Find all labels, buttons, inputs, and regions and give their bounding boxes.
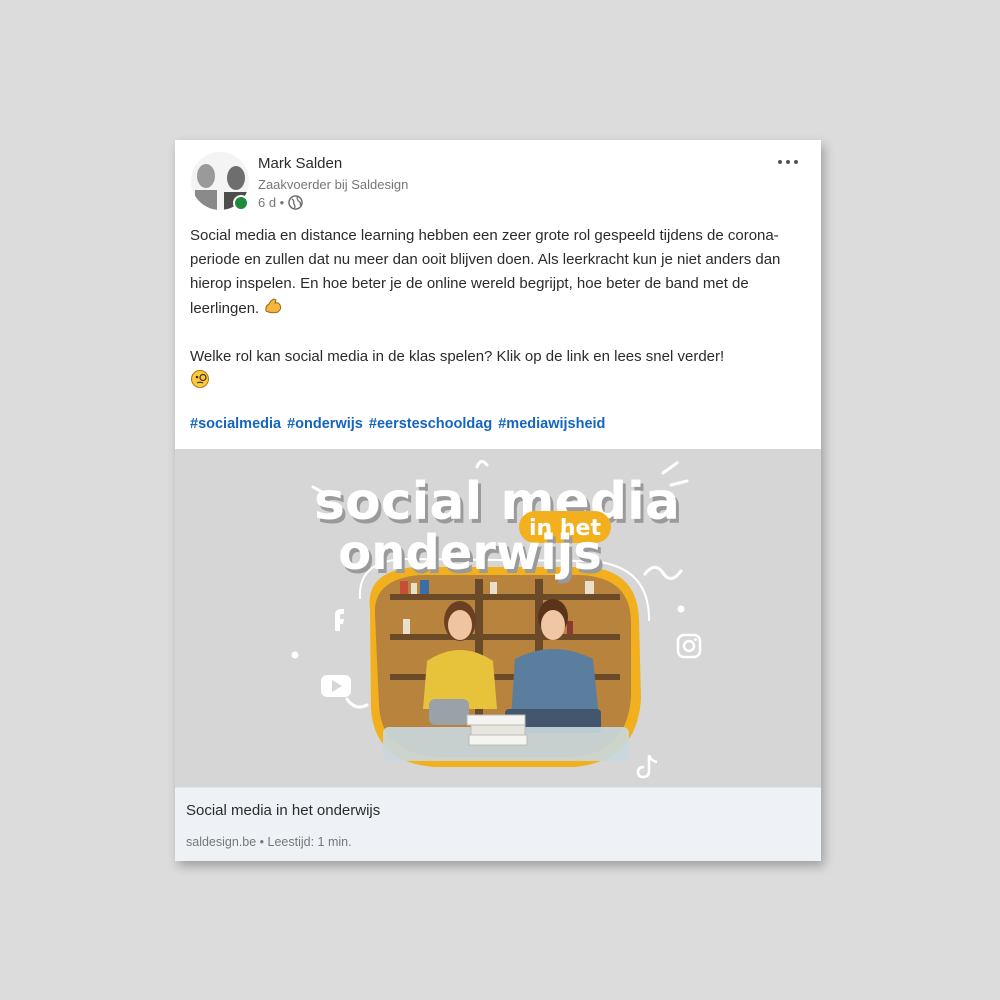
instagram-icon xyxy=(676,633,702,659)
headline-line2: onderwijs xyxy=(338,525,602,581)
post-card: Mark Salden Zaakvoerder bij Saldesign 6 … xyxy=(175,140,821,861)
link-preview[interactable]: Social media in het onderwijs saldesign.… xyxy=(175,787,821,861)
post-header: Mark Salden Zaakvoerder bij Saldesign 6 … xyxy=(175,140,821,220)
face-with-monocle-emoji xyxy=(191,370,209,388)
post-image-graphic: social media social media in het onderwi… xyxy=(291,460,702,779)
post-age: 6 d • xyxy=(258,195,285,210)
hashtag-link[interactable]: #mediawijsheid xyxy=(498,416,605,432)
hashtag-list: #socialmedia #onderwijs #eersteschooldag… xyxy=(190,416,607,432)
hashtag-link[interactable]: #socialmedia xyxy=(190,416,281,432)
more-options-icon xyxy=(778,160,782,164)
facebook-icon xyxy=(335,609,344,631)
hashtag-link[interactable]: #eersteschooldag xyxy=(369,416,492,432)
link-preview-meta: saldesign.be • Leestijd: 1 min. xyxy=(186,835,352,849)
online-status-dot xyxy=(233,195,249,211)
link-preview-title[interactable]: Social media in het onderwijs xyxy=(186,802,380,819)
more-options-button[interactable] xyxy=(771,152,805,172)
hashtag-link[interactable]: #onderwijs xyxy=(287,416,363,432)
youtube-icon xyxy=(321,675,351,697)
post-image[interactable]: social media social media in het onderwi… xyxy=(175,449,821,787)
post-meta: 6 d • xyxy=(258,195,304,210)
post-paragraph: Social media en distance learning hebben… xyxy=(190,227,781,317)
flexed-biceps-emoji xyxy=(265,298,282,314)
tiktok-icon xyxy=(636,754,658,779)
author-title: Zaakvoerder bij Saldesign xyxy=(258,177,409,192)
author-name[interactable]: Mark Salden xyxy=(258,155,342,172)
post-text: Social media en distance learning hebben… xyxy=(190,224,805,394)
globe-icon xyxy=(288,195,304,210)
headline-line1: social media xyxy=(314,472,680,532)
post-paragraph: Welke rol kan social media in de klas sp… xyxy=(190,345,805,394)
